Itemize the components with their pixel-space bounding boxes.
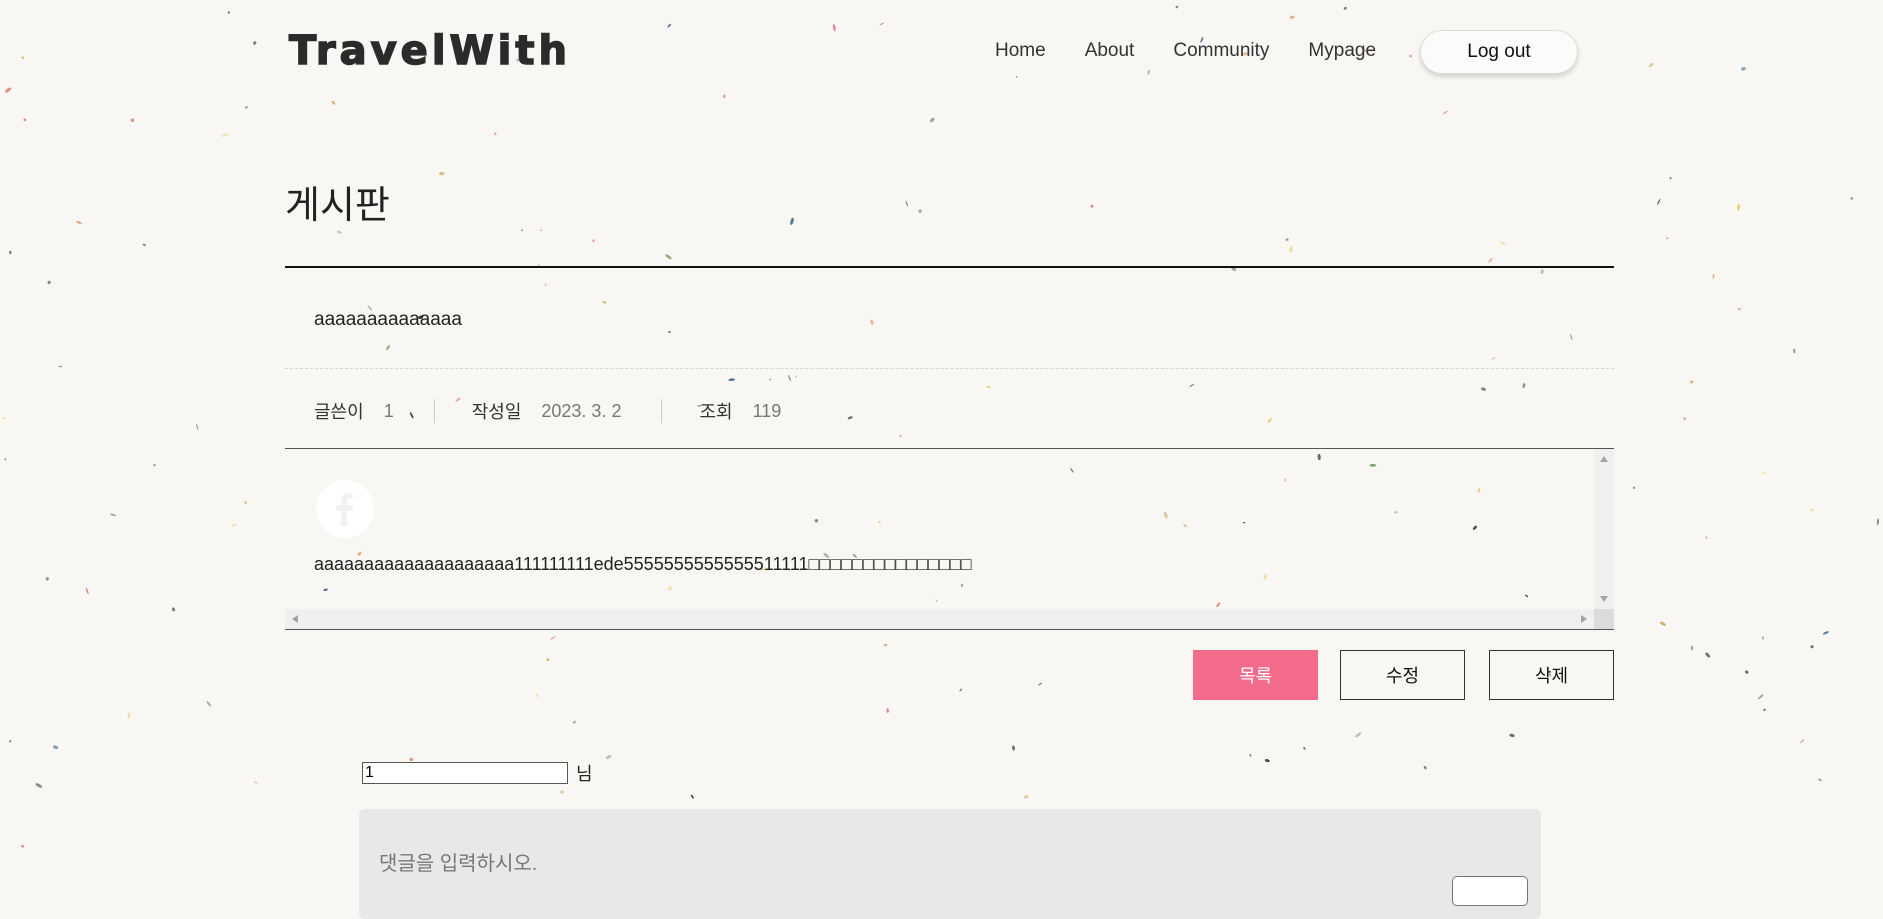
paper-speck — [153, 464, 156, 467]
paper-speck — [244, 501, 247, 504]
paper-speck — [1741, 67, 1746, 71]
paper-speck — [1818, 778, 1822, 781]
nav-community[interactable]: Community — [1173, 38, 1269, 64]
views-value: 119 — [752, 400, 782, 421]
paper-speck — [1705, 652, 1711, 658]
paper-speck — [4, 458, 7, 461]
views-label: 조회 — [699, 402, 733, 422]
paper-speck — [1657, 198, 1661, 205]
paper-speck — [1757, 694, 1764, 700]
paper-speck — [1632, 486, 1636, 489]
paper-speck — [5, 87, 12, 93]
scroll-down-arrow-icon[interactable] — [1600, 596, 1608, 602]
paper-speck — [1810, 645, 1814, 649]
paper-speck — [1666, 237, 1669, 240]
paper-speck — [1669, 177, 1672, 180]
logout-button[interactable]: Log out — [1420, 30, 1578, 74]
page-title: 게시판 — [285, 185, 390, 227]
paper-speck — [21, 845, 24, 848]
delete-button[interactable]: 삭제 — [1489, 650, 1614, 700]
comment-submit-button[interactable] — [1452, 876, 1528, 906]
paper-speck — [1712, 273, 1715, 279]
writer-value: 1 — [383, 400, 394, 421]
paper-speck — [8, 740, 12, 743]
nav-mypage[interactable]: Mypage — [1308, 38, 1376, 64]
paper-speck — [21, 56, 24, 59]
scroll-right-arrow-icon[interactable] — [1581, 615, 1587, 623]
paper-speck — [172, 607, 175, 612]
nav-home[interactable]: Home — [995, 38, 1046, 64]
paper-speck — [1660, 621, 1666, 627]
paper-speck — [1648, 62, 1654, 68]
paper-speck — [1762, 636, 1764, 640]
paper-speck — [1745, 670, 1749, 674]
paper-speck — [1683, 417, 1686, 421]
edit-button[interactable]: 수정 — [1340, 650, 1465, 700]
dashed-divider — [285, 368, 1614, 369]
list-button[interactable]: 목록 — [1193, 650, 1318, 700]
paper-speck — [231, 523, 237, 527]
paper-speck — [254, 781, 258, 784]
paper-speck — [35, 783, 43, 788]
comment-writer-row: 님 — [362, 760, 593, 786]
paper-speck — [1689, 380, 1694, 384]
paper-speck — [206, 700, 212, 707]
comment-input-box[interactable]: 댓글을 입력하시오. — [359, 809, 1541, 919]
paper-speck — [53, 745, 59, 749]
paper-speck — [1763, 708, 1766, 711]
paper-speck — [45, 577, 49, 581]
paper-speck — [227, 11, 230, 14]
paper-speck — [1705, 536, 1708, 539]
writer-label: 글쓴이 — [314, 402, 364, 422]
post-meta: 글쓴이 1 작성일 2023. 3. 2 조회 119 — [314, 396, 781, 426]
paper-speck — [253, 41, 257, 45]
paper-speck — [142, 243, 146, 247]
horizontal-scrollbar[interactable] — [285, 609, 1594, 629]
main-nav: Home About Community Mypage — [995, 38, 1415, 64]
paper-speck — [1691, 645, 1693, 651]
paper-speck — [196, 423, 199, 431]
site-logo[interactable]: TravelWith — [288, 26, 571, 76]
title-divider — [285, 266, 1614, 268]
paper-speck — [9, 250, 12, 255]
post-title: aaaaaaaaaaaaaa — [314, 309, 462, 330]
paper-speck — [244, 106, 248, 109]
page-container: TravelWith Home About Community Mypage L… — [285, 0, 1614, 919]
paper-speck — [1793, 348, 1796, 354]
facebook-icon — [316, 480, 374, 538]
paper-speck — [1, 417, 6, 420]
paper-speck — [1737, 307, 1742, 311]
paper-speck — [47, 280, 51, 285]
paper-speck — [127, 712, 131, 719]
date-value: 2023. 3. 2 — [541, 400, 622, 421]
date-label: 작성일 — [471, 402, 522, 422]
paper-speck — [110, 513, 117, 517]
paper-speck — [1736, 203, 1741, 211]
paper-speck — [1822, 631, 1829, 635]
paper-speck — [1850, 197, 1854, 200]
comment-input[interactable]: 댓글을 입력하시오. — [379, 851, 537, 877]
meta-separator — [433, 399, 435, 423]
paper-speck — [221, 133, 229, 137]
paper-speck — [58, 365, 63, 368]
vertical-scrollbar[interactable] — [1594, 449, 1614, 609]
paper-speck — [130, 118, 135, 122]
post-body-text: aaaaaaaaaaaaaaaaaaaa111111111ede55555555… — [314, 554, 972, 574]
meta-separator — [661, 399, 663, 423]
comment-writer-input[interactable] — [362, 762, 568, 784]
paper-speck — [1761, 472, 1767, 474]
paper-speck — [1876, 518, 1879, 526]
writer-suffix: 님 — [576, 764, 593, 784]
nav-about[interactable]: About — [1085, 38, 1135, 64]
paper-speck — [75, 220, 82, 225]
paper-speck — [1800, 739, 1805, 744]
scroll-up-arrow-icon[interactable] — [1600, 456, 1608, 462]
scrollbar-corner — [1594, 609, 1614, 629]
paper-speck — [1810, 509, 1815, 512]
post-content-area: aaaaaaaaaaaaaaaaaaaa111111111ede55555555… — [285, 449, 1614, 630]
scroll-left-arrow-icon[interactable] — [292, 615, 298, 623]
paper-speck — [23, 118, 27, 122]
paper-speck — [85, 587, 89, 595]
